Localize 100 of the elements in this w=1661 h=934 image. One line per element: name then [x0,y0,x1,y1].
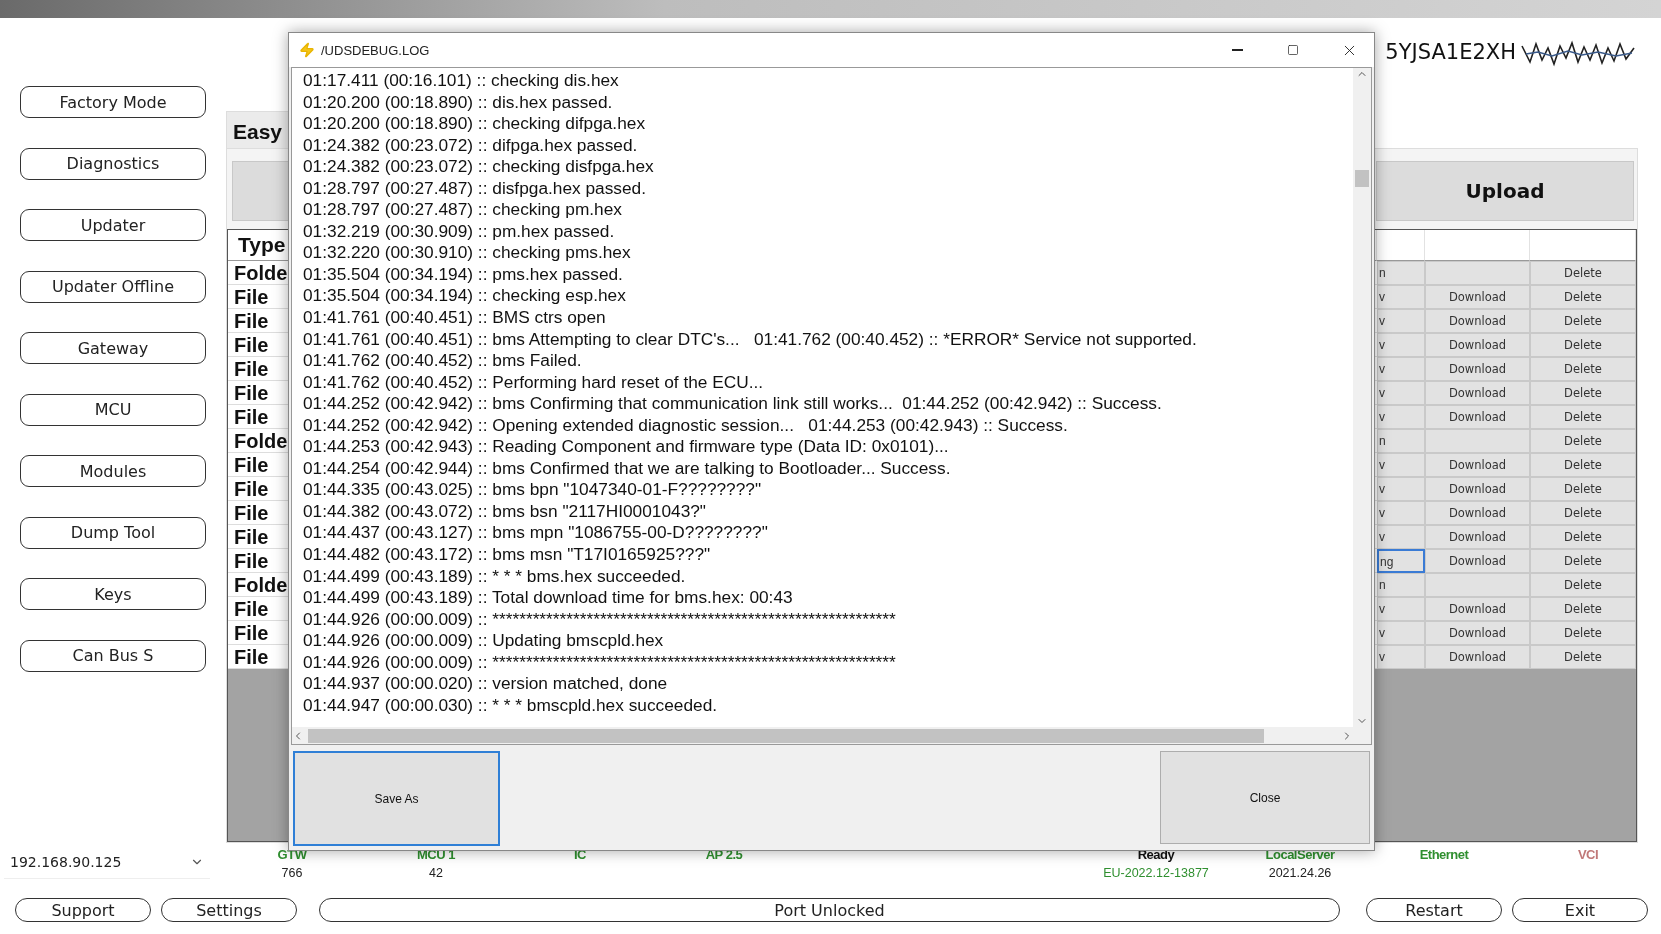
table-cell[interactable]: v [1377,333,1425,357]
table-cell[interactable]: v [1377,597,1425,621]
dialog-button[interactable]: Close [1160,751,1370,844]
log-line: 01:32.220 (00:30.910) :: checking pms.hex [303,242,632,264]
delete-button[interactable]: Delete [1530,573,1636,597]
table-cell[interactable]: n [1377,429,1425,453]
bottom-button[interactable]: Settings [161,898,297,922]
minimize-icon [1231,49,1243,51]
sidebar-button[interactable]: Dump Tool [20,516,206,549]
delete-button[interactable]: Delete [1530,525,1636,549]
table-cell[interactable]: v [1377,501,1425,525]
delete-button[interactable]: Delete [1530,333,1636,357]
horizontal-scrollbar[interactable] [292,727,1353,744]
download-button[interactable]: Download [1425,405,1530,429]
log-line: 01:28.797 (00:27.487) :: checking pm.hex [303,199,623,221]
download-button[interactable]: Download [1425,453,1530,477]
delete-button[interactable]: Delete [1530,309,1636,333]
bottom-button[interactable]: Support [15,898,151,922]
table-cell[interactable]: v [1377,477,1425,501]
table-cell: File [228,309,290,333]
download-button[interactable]: Download [1425,333,1530,357]
sidebar-button[interactable]: Keys [20,578,206,610]
table-cell[interactable]: v [1377,309,1425,333]
sidebar-button[interactable]: Updater Offline [20,270,206,303]
table-cell[interactable]: v [1377,285,1425,309]
log-line: 01:44.499 (00:43.189) :: Total download time for bms.hex: 00:43 [303,587,794,609]
log-line: 01:44.499 (00:43.189) :: * * * bms.hex succeeded. [303,565,687,588]
table-cell: File [228,453,290,477]
table-cell: File [228,525,290,549]
download-button[interactable]: Download [1425,597,1530,621]
download-button[interactable]: Download [1425,477,1530,501]
delete-button[interactable]: Delete [1530,429,1636,453]
table-cell: File [228,645,290,669]
status-value: EU-2022.12-13877 [1103,866,1209,880]
delete-button[interactable]: Delete [1530,453,1636,477]
download-button[interactable]: Download [1425,621,1530,645]
delete-button[interactable]: Delete [1530,645,1636,669]
log-line: 01:24.382 (00:23.072) :: checking disfpga.hex [303,156,655,178]
log-line: 01:44.253 (00:42.943) :: Reading Component and firmware type (Data ID: 0x0101)... [303,436,950,458]
window-title: /UDSDEBUG.LOG [321,42,431,58]
table-cell: File [228,405,290,429]
table-cell: File [228,333,290,357]
table-cell[interactable]: n [1377,573,1425,597]
download-button[interactable]: Download [1425,549,1530,573]
sidebar-button[interactable]: Factory Mode [20,86,206,118]
log-line: 01:44.482 (00:43.172) :: bms msn "T17I0165925???" [303,544,712,566]
table-cell: File [228,597,290,621]
table-cell[interactable]: v [1377,381,1425,405]
log-line: 01:41.761 (00:40.451) :: bms Attempting to clear DTC's... 01:41.762 (00:40.452) :: *ERROR* Service not supported. [303,328,1198,351]
log-line: 01:17.411 (00:16.101) :: checking dis.hex [303,70,620,92]
log-line: 01:44.926 (00:00.009) :: ************************************************************ [303,651,897,674]
delete-button[interactable]: Delete [1530,597,1636,621]
delete-button[interactable]: Delete [1530,285,1636,309]
delete-button[interactable]: Delete [1530,381,1636,405]
dialog-button[interactable]: Save As [293,751,500,846]
table-cell[interactable]: ng [1377,549,1425,573]
scrollbar-thumb[interactable] [1355,170,1369,187]
log-line: 01:44.252 (00:42.942) :: Opening extended diagnostic session... 01:44.253 (00:42.943) :: Success. [303,414,1069,437]
upload-button[interactable]: Upload [1376,161,1634,221]
delete-button[interactable]: Delete [1530,501,1636,525]
log-text-area[interactable] [291,67,1372,745]
sidebar-button[interactable]: Updater [20,209,206,241]
log-line: 01:44.252 (00:42.942) :: bms Confirming that communication link still works... 01:44.252 (00:42.942) :: Success. [303,393,1163,415]
tab[interactable]: Easy [226,111,290,148]
table-cell[interactable]: v [1377,525,1425,549]
delete-button[interactable]: Delete [1530,357,1636,381]
download-button[interactable]: Download [1425,309,1530,333]
sidebar-button[interactable]: Modules [20,455,206,487]
table-cell: File [228,549,290,573]
sidebar-button[interactable]: Can Bus S [20,639,206,672]
log-line: 01:41.762 (00:40.452) :: Performing hard reset of the ECU... [303,371,765,394]
table-cell[interactable]: v [1377,621,1425,645]
delete-button[interactable]: Delete [1530,261,1636,285]
bottom-button[interactable]: Exit [1512,898,1648,922]
download-button[interactable]: Download [1425,357,1530,381]
table-cell: Folde [228,573,290,597]
log-line: 01:41.762 (00:40.452) :: bms Failed. [303,350,583,372]
download-button[interactable]: Download [1425,501,1530,525]
table-cell[interactable]: v [1377,453,1425,477]
vertical-scrollbar[interactable] [1353,68,1371,727]
table-cell[interactable]: v [1377,645,1425,669]
table-cell[interactable]: n [1377,261,1425,285]
sidebar-button[interactable]: MCU [20,393,206,426]
log-line: 01:32.219 (00:30.909) :: pm.hex passed. [303,220,616,243]
port-status-button[interactable]: Port Unlocked [319,898,1340,922]
delete-button[interactable]: Delete [1530,621,1636,645]
download-button[interactable]: Download [1425,285,1530,309]
bottom-button[interactable]: Restart [1366,898,1502,922]
table-cell[interactable]: v [1377,357,1425,381]
download-button[interactable]: Download [1425,381,1530,405]
delete-button[interactable]: Delete [1530,477,1636,501]
delete-button[interactable]: Delete [1530,405,1636,429]
log-line: 01:44.437 (00:43.127) :: bms mpn "1086755-00-D????????" [303,522,769,545]
sidebar-button[interactable]: Diagnostics [20,147,206,180]
sidebar-button[interactable]: Gateway [20,332,206,364]
download-button[interactable]: Download [1425,525,1530,549]
download-button[interactable]: Download [1425,645,1530,669]
scrollbar-thumb[interactable] [308,728,1264,743]
table-cell[interactable]: v [1377,405,1425,429]
delete-button[interactable]: Delete [1530,549,1636,573]
